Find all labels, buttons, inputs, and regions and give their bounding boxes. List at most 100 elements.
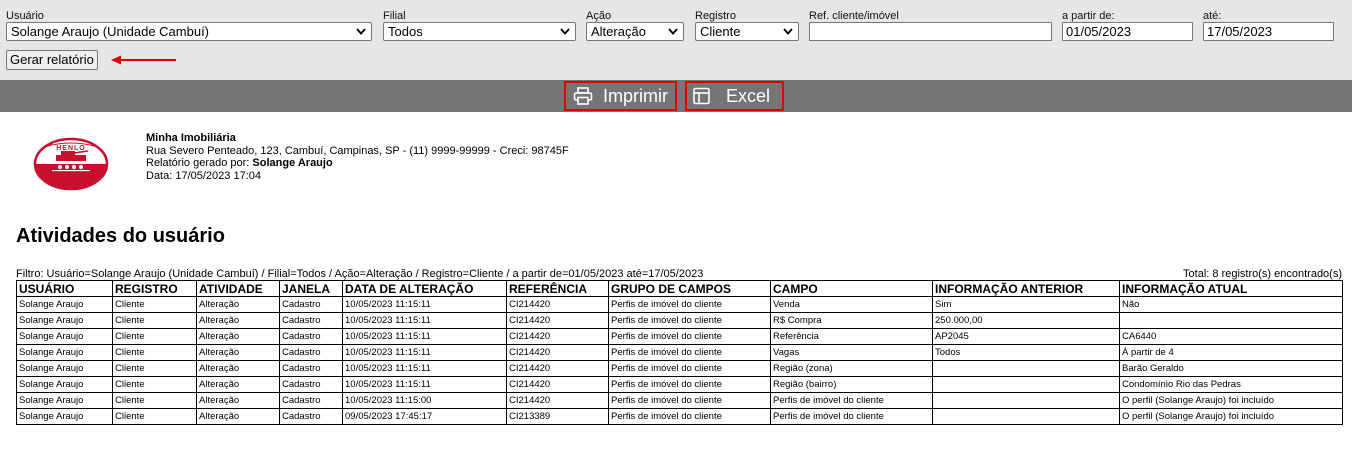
table-cell: Solange Araujo <box>16 344 113 361</box>
filter-bar: Usuário Solange Araujo (Unidade Cambuí) … <box>0 0 1352 80</box>
usuario-select[interactable]: Solange Araujo (Unidade Cambuí) <box>6 22 372 41</box>
col-header-registro: REGISTRO <box>112 280 197 297</box>
end-date-label: até: <box>1203 10 1222 22</box>
table-cell: Cadastro <box>279 296 343 313</box>
excel-label: Excel <box>726 86 771 106</box>
table-cell: Solange Araujo <box>16 392 113 409</box>
table-cell: 10/05/2023 11:15:11 <box>342 376 507 393</box>
col-header-grupo-campos: GRUPO DE CAMPOS <box>608 280 771 297</box>
table-row: Solange Araujo Cliente Alteração Cadastro 10… <box>16 392 1343 409</box>
table-cell: Cadastro <box>279 408 343 425</box>
table-cell: Alteração <box>196 408 280 425</box>
table-cell <box>932 376 1120 393</box>
table-cell: Cliente <box>112 376 197 393</box>
filter-summary: Filtro: Usuário=Solange Araujo (Unidade … <box>16 268 1342 280</box>
usuario-field: Usuário Solange Araujo (Unidade Cambuí) <box>6 10 372 41</box>
table-cell: Cadastro <box>279 328 343 345</box>
table-cell: O perfil (Solange Araujo) foi incluído <box>1119 408 1343 425</box>
company-info: Minha Imobiliária Rua Severo Penteado, 1… <box>146 132 569 182</box>
registro-select[interactable]: Cliente <box>695 22 799 41</box>
table-cell: Referência <box>770 328 933 345</box>
table-cell: À partir de 4 <box>1119 344 1343 361</box>
table-cell: Venda <box>770 296 933 313</box>
page-title: Atividades do usuário <box>16 225 225 247</box>
table-cell: CI213389 <box>506 408 609 425</box>
table-cell: Cliente <box>112 408 197 425</box>
company-address: Rua Severo Penteado, 123, Cambuí, Campin… <box>146 144 569 157</box>
col-header-campo: CAMPO <box>770 280 933 297</box>
generated-by-label: Relatório gerado por: <box>146 157 253 169</box>
table-cell: 10/05/2023 11:15:11 <box>342 312 507 329</box>
start-date-field: a partir de: 01/05/2023 <box>1062 10 1193 41</box>
table-cell: Alteração <box>196 328 280 345</box>
table-cell: Solange Araujo <box>16 360 113 377</box>
acao-select[interactable]: Alteração <box>586 22 684 41</box>
table-row: Solange Araujo Cliente Alteração Cadastro 10… <box>16 312 1343 329</box>
chevron-down-icon <box>560 28 570 35</box>
table-cell: Alteração <box>196 360 280 377</box>
table-cell: 10/05/2023 11:15:00 <box>342 392 507 409</box>
table-cell: Cliente <box>112 312 197 329</box>
end-date-field: até: 17/05/2023 <box>1203 10 1334 41</box>
table-cell: Todos <box>932 344 1120 361</box>
table-cell: Perfis de imóvel do cliente <box>608 296 771 313</box>
table-cell: 10/05/2023 11:15:11 <box>342 344 507 361</box>
generate-report-button[interactable]: Gerar relatório <box>6 50 98 70</box>
table-cell: O perfil (Solange Araujo) foi incluído <box>1119 392 1343 409</box>
generated-by: Relatório gerado por: Solange Araujo <box>146 157 569 170</box>
table-cell: Cliente <box>112 392 197 409</box>
acao-value: Alteração <box>591 24 646 39</box>
table-cell: Barão Geraldo <box>1119 360 1343 377</box>
table-cell <box>1119 312 1343 329</box>
filial-value: Todos <box>388 24 423 39</box>
table-cell <box>932 360 1120 377</box>
chevron-down-icon <box>783 28 793 35</box>
usuario-label: Usuário <box>6 10 44 22</box>
registro-label: Registro <box>695 10 736 22</box>
generated-by-user: Solange Araujo <box>252 157 333 169</box>
table-cell: Cadastro <box>279 344 343 361</box>
table-cell: CI214420 <box>506 392 609 409</box>
table-cell: Vagas <box>770 344 933 361</box>
table-cell <box>932 392 1120 409</box>
start-date-input[interactable]: 01/05/2023 <box>1062 22 1193 41</box>
activity-table: USUÁRIO REGISTRO ATIVIDADE JANELA DATA D… <box>16 280 1343 425</box>
ref-input[interactable] <box>809 22 1052 41</box>
table-cell: Solange Araujo <box>16 328 113 345</box>
ref-field: Ref. cliente/imóvel <box>809 10 1052 41</box>
table-cell: Solange Araujo <box>16 376 113 393</box>
table-cell: Cliente <box>112 328 197 345</box>
registro-value: Cliente <box>700 24 741 39</box>
table-row: Solange Araujo Cliente Alteração Cadastro 10… <box>16 328 1343 345</box>
table-cell: Alteração <box>196 376 280 393</box>
table-cell: Alteração <box>196 296 280 313</box>
end-date-input[interactable]: 17/05/2023 <box>1203 22 1334 41</box>
table-cell: Cliente <box>112 360 197 377</box>
table-cell: Cliente <box>112 344 197 361</box>
table-cell: Perfis de imóvel do cliente <box>608 344 771 361</box>
table-cell: Perfis de imóvel do cliente <box>770 408 933 425</box>
print-label: Imprimir <box>603 86 668 106</box>
table-cell: CI214420 <box>506 312 609 329</box>
table-cell: 10/05/2023 11:15:11 <box>342 360 507 377</box>
print-button[interactable]: Imprimir <box>564 81 677 111</box>
table-cell: R$ Compra <box>770 312 933 329</box>
table-cell: Cadastro <box>279 312 343 329</box>
company-name: Minha Imobiliária <box>146 132 236 144</box>
table-cell: Cadastro <box>279 360 343 377</box>
excel-button[interactable]: Excel <box>685 81 784 111</box>
table-cell: Alteração <box>196 392 280 409</box>
table-cell: Não <box>1119 296 1343 313</box>
table-cell: Perfis de imóvel do cliente <box>608 392 771 409</box>
table-cell: Perfis de imóvel do cliente <box>608 376 771 393</box>
filial-select[interactable]: Todos <box>383 22 576 41</box>
table-cell: Alteração <box>196 312 280 329</box>
table-cell: Perfis de imóvel do cliente <box>608 312 771 329</box>
table-cell: Condomínio Rio das Pedras <box>1119 376 1343 393</box>
table-cell: Alteração <box>196 344 280 361</box>
table-cell: CI214420 <box>506 296 609 313</box>
table-row: Solange Araujo Cliente Alteração Cadastro 10… <box>16 344 1343 361</box>
chevron-down-icon <box>668 28 678 35</box>
table-cell: CI214420 <box>506 328 609 345</box>
filter-text: Filtro: Usuário=Solange Araujo (Unidade … <box>16 268 704 280</box>
